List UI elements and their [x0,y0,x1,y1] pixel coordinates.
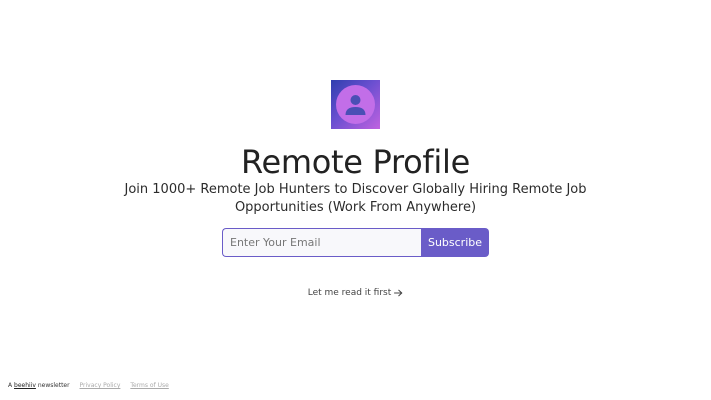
footer: A beehiiv newsletter Privacy Policy Term… [8,382,169,390]
user-avatar-icon [345,95,366,115]
footer-prefix: A [8,382,13,389]
logo-circle [336,85,375,124]
landing-page: Remote Profile Join 1000+ Remote Job Hun… [0,0,711,400]
read-first-label: Let me read it first [307,288,392,298]
terms-of-use-link[interactable]: Terms of Use [130,382,168,389]
subscribe-button[interactable]: Subscribe [421,228,489,257]
arrow-right-icon [394,289,403,296]
email-input[interactable] [222,228,421,257]
privacy-policy-link[interactable]: Privacy Policy [80,382,121,389]
beehiiv-link[interactable]: beehiiv [14,382,36,389]
page-title: Remote Profile [241,143,470,181]
footer-suffix: newsletter [37,382,70,389]
page-subtitle: Join 1000+ Remote Job Hunters to Discove… [124,182,587,215]
read-first-container: Let me read it first [0,287,711,299]
publication-logo [331,80,380,129]
subscribe-form: Subscribe [222,228,489,257]
read-first-link[interactable]: Let me read it first [308,288,404,298]
